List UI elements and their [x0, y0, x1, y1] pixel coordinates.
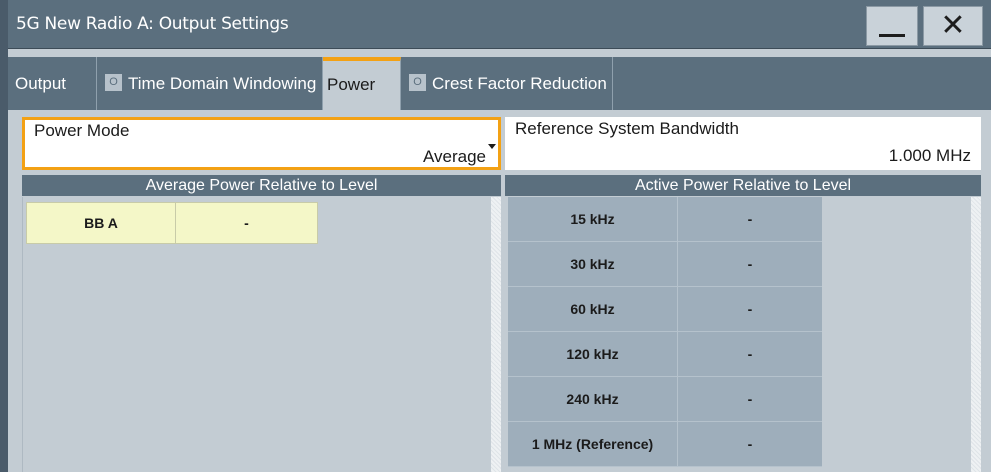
active-power-header: Active Power Relative to Level	[505, 175, 981, 196]
minimize-button[interactable]	[866, 6, 918, 46]
power-mode-value: Average	[422, 147, 486, 166]
table-row[interactable]: 30 kHz -	[505, 242, 981, 287]
active-power-value-cell: -	[678, 287, 822, 332]
title-bar: 5G New Radio A: Output Settings ✕	[8, 0, 991, 49]
baseband-value-cell: -	[175, 202, 318, 244]
average-power-table: BB A -	[22, 197, 501, 472]
numerology-cell: 15 kHz	[508, 197, 678, 242]
table-row[interactable]: 15 kHz -	[505, 197, 981, 242]
reference-bandwidth-label: Reference System Bandwidth	[515, 119, 739, 138]
baseband-name-cell: BB A	[26, 202, 176, 244]
vertical-scrollbar[interactable]	[491, 197, 501, 472]
numerology-cell: 120 kHz	[508, 332, 678, 377]
tab-state-checkbox-icon: O	[105, 74, 122, 92]
vertical-scrollbar[interactable]	[971, 197, 981, 472]
minimize-icon	[879, 33, 905, 37]
tab-output-label: Output	[15, 74, 67, 93]
table-row[interactable]: 1 MHz (Reference) -	[505, 422, 981, 467]
active-power-value-cell: -	[678, 377, 822, 422]
average-power-header: Average Power Relative to Level	[22, 175, 501, 196]
tab-bar: Output O Time Domain Windowing Power O Cre…	[8, 57, 991, 110]
active-power-value-cell: -	[678, 197, 822, 242]
tab-crest-factor-reduction[interactable]: O Crest Factor Reduction	[401, 57, 613, 110]
numerology-cell: 30 kHz	[508, 242, 678, 287]
reference-bandwidth-value: 1.000 MHz	[888, 146, 971, 165]
tab-crest-factor-reduction-label: Crest Factor Reduction	[432, 74, 607, 93]
active-power-value-cell: -	[678, 242, 822, 287]
numerology-cell: 240 kHz	[508, 377, 678, 422]
tab-state-checkbox-icon: O	[409, 74, 426, 92]
tab-time-domain-windowing-label: Time Domain Windowing	[128, 74, 317, 93]
table-row[interactable]: 60 kHz -	[505, 287, 981, 332]
tab-power-label: Power	[327, 75, 376, 94]
active-power-value-cell: -	[678, 332, 822, 377]
numerology-cell: 1 MHz (Reference)	[508, 422, 678, 467]
table-row[interactable]: 120 kHz -	[505, 332, 981, 377]
table-row[interactable]: 240 kHz -	[505, 377, 981, 422]
active-power-value-cell: -	[678, 422, 822, 467]
power-mode-select[interactable]: Power Mode Average	[22, 117, 501, 170]
close-button[interactable]: ✕	[923, 6, 983, 46]
tab-time-domain-windowing[interactable]: O Time Domain Windowing	[97, 57, 323, 110]
output-settings-window: 5G New Radio A: Output Settings ✕ Output…	[8, 0, 991, 472]
tab-power[interactable]: Power	[323, 57, 401, 110]
window-title: 5G New Radio A: Output Settings	[16, 14, 289, 34]
tab-output[interactable]: Output	[8, 57, 97, 110]
close-icon: ✕	[940, 8, 966, 43]
power-mode-label: Power Mode	[34, 121, 130, 140]
dropdown-arrow-icon	[488, 144, 496, 149]
numerology-cell: 60 kHz	[508, 287, 678, 332]
active-power-table: 15 kHz - 30 kHz - 60 kHz - 120 kHz - 240…	[505, 197, 981, 472]
reference-bandwidth-field: Reference System Bandwidth 1.000 MHz	[505, 117, 981, 170]
